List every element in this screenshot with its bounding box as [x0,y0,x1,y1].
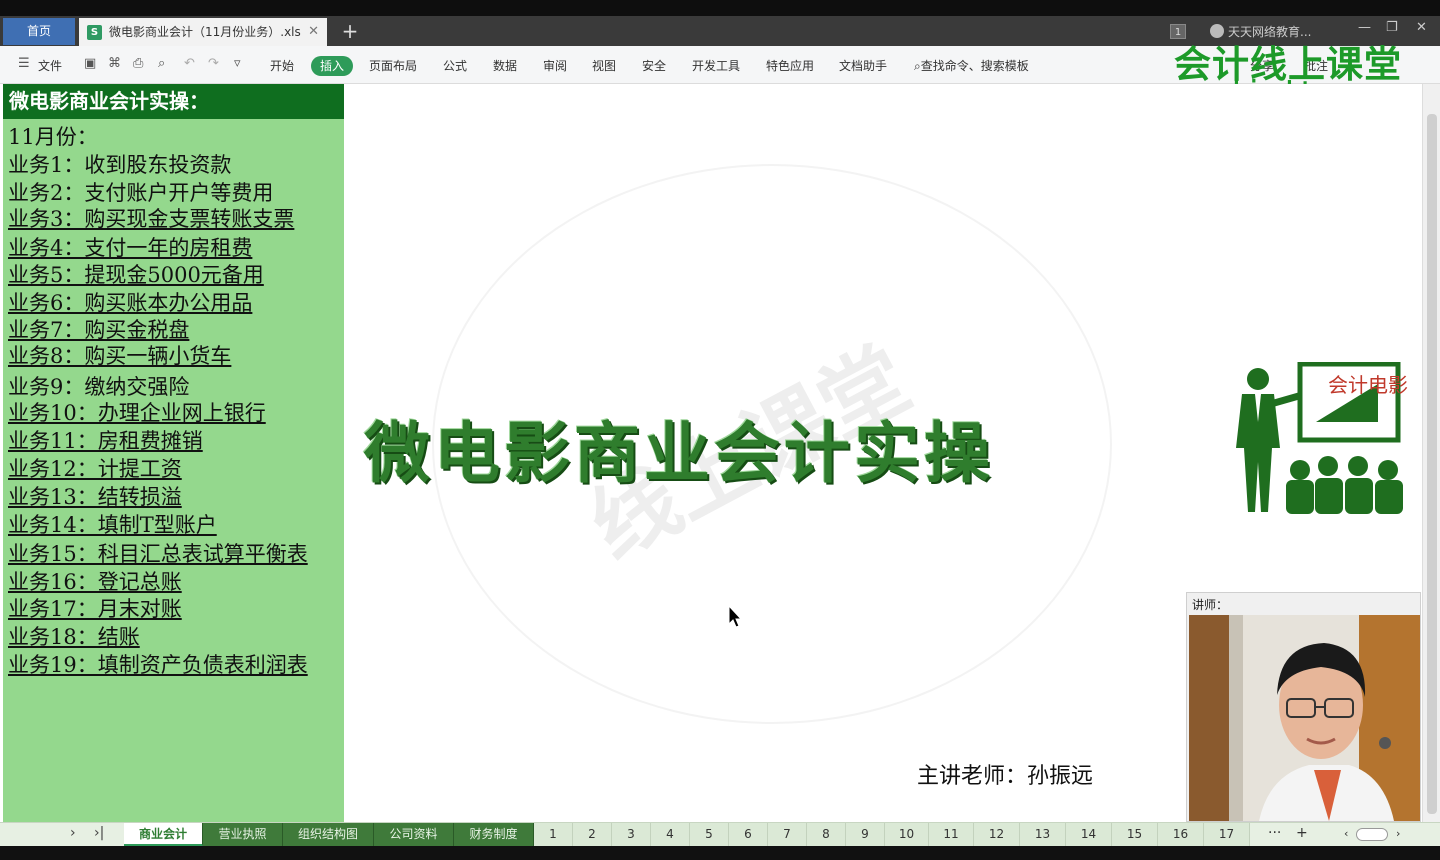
sheet-tab-company-info[interactable]: 公司资料 [374,823,454,846]
last-sheet-icon[interactable]: ›| [94,825,104,841]
sheet-tab-number[interactable]: 17 [1204,823,1250,846]
close-window-icon[interactable]: ✕ [1416,20,1427,35]
task-item-link[interactable]: 业务8：购买一辆小货车 [8,343,231,369]
sheet-tab-number[interactable]: 2 [573,823,612,846]
sheet-tab-number[interactable]: 4 [651,823,690,846]
tab-view[interactable]: 视图 [592,57,616,74]
spreadsheet-icon: S [87,25,102,40]
sheet-tab-number[interactable]: 8 [807,823,846,846]
sheet-tab-number[interactable]: 7 [768,823,807,846]
print-icon[interactable]: ⎙ [133,56,143,71]
tab-page-layout[interactable]: 页面布局 [369,57,417,74]
tab-insert[interactable]: 插入 [311,56,353,76]
tab-formulas[interactable]: 公式 [443,57,467,74]
sheet-tab-number[interactable]: 5 [690,823,729,846]
task-item: 业务2：支付账户开户等费用 [8,181,274,205]
lecturer-label: 讲师： [1192,598,1229,612]
tab-developer[interactable]: 开发工具 [692,57,740,74]
restore-icon[interactable]: ❐ [1386,20,1398,35]
board-text: 会计电影 [1328,373,1408,397]
redo-icon[interactable]: ↷ [208,56,219,71]
task-item: 业务1：收到股东投资款 [8,153,232,177]
command-search-label: 查找命令、搜索模板 [920,59,1029,73]
horizontal-scrollbar-thumb[interactable] [1356,828,1388,841]
chart-board-icon: 会计电影 [1297,362,1408,443]
lecturer-video-panel[interactable]: 讲师： [1186,592,1421,822]
horizontal-scroll-right-icon[interactable]: › [1396,827,1400,840]
task-item-link[interactable]: 业务15：科目汇总表试算平衡表 [8,541,308,567]
sheet-tab-number[interactable]: 16 [1158,823,1204,846]
menu-file[interactable]: 文件 [38,57,62,74]
task-item-link[interactable]: 业务7：购买金税盘 [8,317,189,343]
task-item-link[interactable]: 业务19：填制资产负债表利润表 [8,652,308,678]
search-icon: ⌕ [914,59,921,73]
undo-icon[interactable]: ↶ [184,56,195,71]
task-item-link[interactable]: 业务3：购买现金支票转账支票 [8,206,294,232]
panel-title: 微电影商业会计实操： [3,84,344,119]
slide-title: 微电影商业会计实操 [364,415,994,492]
vertical-scrollbar[interactable] [1422,84,1440,822]
task-item-link[interactable]: 业务11：房租费摊销 [8,428,203,454]
sheet-tab-business-license[interactable]: 营业执照 [203,823,283,846]
sheet-tab-number[interactable]: 13 [1020,823,1066,846]
task-item-link[interactable]: 业务4：支付一年的房租费 [8,235,252,261]
add-sheet-button[interactable]: + [1296,825,1308,841]
sheet-tab-number[interactable]: 9 [846,823,885,846]
month-heading: 11月份： [8,125,98,149]
next-sheet-icon[interactable]: › [70,825,76,841]
sheet-tab-finance-rules[interactable]: 财务制度 [454,823,534,846]
task-item-link[interactable]: 业务12：计提工资 [8,456,182,482]
task-item-link[interactable]: 业务16：登记总账 [8,569,182,595]
sheet-tab-number[interactable]: 11 [929,823,974,846]
presenter-illustration: 会计电影 [1236,362,1408,514]
task-item-link[interactable]: 业务6：购买账本办公用品 [8,290,252,316]
new-tab-button[interactable]: + [338,19,362,43]
tab-special-apps[interactable]: 特色应用 [766,57,814,74]
tab-home[interactable]: 首页 [3,18,75,45]
top-strip [0,0,1440,16]
mouse-pointer-icon [728,605,742,628]
document-tab-label: 微电影商业会计（11月份业务）.xls [109,25,301,39]
print-preview-icon[interactable]: ⌕ [158,56,165,71]
task-item-link[interactable]: 业务10：办理企业网上银行 [8,400,266,426]
tab-document[interactable]: S 微电影商业会计（11月份业务）.xls ✕ [79,18,327,46]
task-item-link[interactable]: 业务17：月末对账 [8,596,182,622]
task-item: 业务9：缴纳交强险 [8,375,190,399]
app-window: 首页 S 微电影商业会计（11月份业务）.xls ✕ + 1 天天网络教育...… [0,0,1440,860]
tab-review[interactable]: 审阅 [543,57,567,74]
more-sheets-button[interactable]: ··· [1268,825,1281,841]
task-item-link[interactable]: 业务13：结转损溢 [8,484,182,510]
format-painter-icon[interactable]: ⌘ [108,56,121,71]
teacher-caption: 主讲老师：孙振远 [917,764,1094,789]
sheet-tab-org-chart[interactable]: 组织结构图 [283,823,374,846]
save-icon[interactable]: ▣ [84,56,96,71]
sheet-tab-number[interactable]: 1 [534,823,573,846]
task-list-panel: 微电影商业会计实操： 11月份： 业务1：收到股东投资款 业务2：支付账户开户等… [3,84,344,822]
sheet-tab-number[interactable]: 14 [1066,823,1112,846]
sheet-tab-commercial-accounting[interactable]: 商业会计 [124,823,203,846]
command-search[interactable]: ⌕查找命令、搜索模板 [914,57,1029,74]
lecturer-video-feed [1189,615,1420,821]
sheet-tab-bar: › ›| 商业会计 营业执照 组织结构图 公司资料 财务制度 1 2 3 4 5… [0,822,1440,846]
customize-dropdown-icon[interactable]: ▿ [234,56,241,71]
minimize-icon[interactable]: — [1358,20,1371,35]
sheet-tab-number[interactable]: 3 [612,823,651,846]
menu-icon[interactable]: ☰ [18,56,30,71]
tab-start[interactable]: 开始 [270,57,294,74]
scrollbar-thumb[interactable] [1427,114,1437,814]
sheet-tab-number[interactable]: 12 [974,823,1020,846]
sheet-tab-number[interactable]: 15 [1112,823,1158,846]
audience-icon [1286,456,1403,514]
horizontal-scroll-left-icon[interactable]: ‹ [1344,827,1348,840]
bottom-band [0,846,1440,860]
close-icon[interactable]: ✕ [308,18,319,46]
task-item-link[interactable]: 业务14：填制T型账户 [8,512,217,538]
tab-security[interactable]: 安全 [642,57,666,74]
sheet-tab-number[interactable]: 6 [729,823,768,846]
task-item-link[interactable]: 业务5：提现金5000元备用 [8,262,264,288]
task-item-link[interactable]: 业务18：结账 [8,624,140,650]
tab-data[interactable]: 数据 [493,57,517,74]
tab-doc-assistant[interactable]: 文档助手 [839,57,887,74]
sheet-tab-number[interactable]: 10 [885,823,929,846]
